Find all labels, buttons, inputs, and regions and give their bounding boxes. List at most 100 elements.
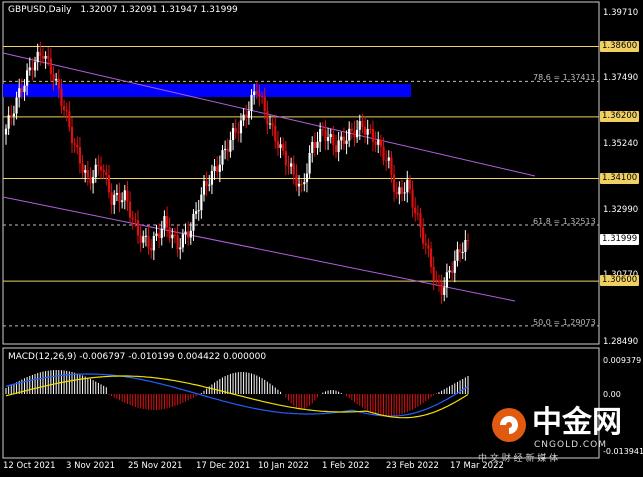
candle-body bbox=[297, 183, 301, 187]
candle-body bbox=[234, 128, 237, 133]
candle-body bbox=[374, 141, 377, 145]
candle-body bbox=[268, 123, 272, 125]
candle-body bbox=[443, 287, 446, 295]
candle-body bbox=[377, 139, 380, 145]
candle-body bbox=[255, 91, 258, 94]
candle-body bbox=[287, 165, 290, 167]
candle-body bbox=[136, 220, 140, 236]
candle-body bbox=[126, 190, 129, 202]
candle-body bbox=[392, 174, 396, 192]
candle-body bbox=[414, 207, 417, 214]
candle-body bbox=[371, 129, 375, 142]
time-axis-label: 17 Dec 2021 bbox=[196, 461, 251, 471]
candle-body bbox=[303, 182, 306, 185]
candle-body bbox=[305, 173, 309, 183]
candle-body bbox=[36, 51, 39, 63]
candle-body bbox=[406, 179, 409, 193]
brand-domain: CNGOLD.COM bbox=[534, 440, 608, 450]
candle-body bbox=[326, 137, 330, 141]
price-axis-label: 1.35240 bbox=[603, 139, 639, 150]
candle-body bbox=[245, 114, 248, 118]
candle-body bbox=[160, 228, 163, 238]
candle-body bbox=[23, 85, 26, 93]
candle-body bbox=[390, 157, 393, 175]
candle-body bbox=[123, 190, 126, 201]
candle-body bbox=[342, 136, 346, 144]
candle-body bbox=[39, 51, 42, 57]
candle-body bbox=[284, 150, 287, 166]
candle-body bbox=[147, 235, 150, 248]
candle-body bbox=[429, 248, 433, 267]
candle-body bbox=[134, 219, 137, 221]
candle-body bbox=[353, 130, 356, 138]
price-axis-label: 1.32990 bbox=[603, 205, 639, 216]
fib-label: 61.8 = 1.32513 bbox=[533, 217, 596, 227]
chart-header: GBPUSD,Daily 1.32007 1.32091 1.31947 1.3… bbox=[8, 5, 238, 16]
candle-body bbox=[78, 147, 82, 164]
candle-body bbox=[253, 91, 256, 96]
candle-body bbox=[237, 132, 240, 134]
channel-lower-line bbox=[2, 196, 516, 302]
price-tag: 1.38600 bbox=[600, 40, 640, 52]
candle-body bbox=[142, 236, 145, 243]
price-tag: 1.36200 bbox=[600, 110, 640, 122]
resistance-zone bbox=[3, 84, 411, 97]
candle-body bbox=[99, 166, 103, 171]
candle-body bbox=[218, 164, 221, 172]
candle-body bbox=[158, 233, 161, 238]
candle-body bbox=[73, 143, 76, 145]
candle-body bbox=[311, 141, 314, 153]
cngold-watermark: 中金网 CNGOLD.COM 中 文 财 经 新 媒 体 bbox=[478, 400, 633, 470]
ohlc-values: 1.32007 1.32091 1.31947 1.31999 bbox=[80, 5, 238, 15]
candle-body bbox=[12, 113, 16, 117]
candle-body bbox=[62, 105, 66, 111]
candle-body bbox=[416, 213, 419, 215]
fib-label: 78.6 = 1.37411 bbox=[533, 73, 596, 83]
candle-body bbox=[274, 125, 277, 142]
candle-body bbox=[210, 171, 214, 185]
candle-body bbox=[197, 210, 200, 212]
candle-body bbox=[363, 126, 367, 135]
candle-body bbox=[466, 239, 470, 241]
candle-body bbox=[419, 213, 422, 228]
brand-text: 中金网 bbox=[532, 405, 622, 440]
candle-body bbox=[316, 141, 319, 148]
candle-body bbox=[15, 97, 18, 114]
candle-body bbox=[247, 111, 250, 118]
candle-body bbox=[216, 166, 219, 172]
candle-body bbox=[356, 129, 359, 138]
candle-body bbox=[33, 62, 37, 71]
candle-body bbox=[76, 144, 79, 148]
candle-body bbox=[163, 216, 166, 229]
candle-body bbox=[224, 148, 227, 151]
candle-body bbox=[213, 166, 216, 172]
candle-body bbox=[424, 243, 427, 246]
candle-body bbox=[271, 123, 274, 126]
candle-body bbox=[65, 110, 68, 112]
candle-body bbox=[55, 78, 58, 81]
candle-body bbox=[86, 170, 89, 178]
candle-body bbox=[92, 177, 95, 184]
candle-body bbox=[60, 88, 63, 106]
candle-body bbox=[258, 93, 261, 97]
candle-body bbox=[382, 146, 385, 161]
candle-body bbox=[398, 187, 401, 195]
candle-body bbox=[337, 140, 340, 153]
price-axis-label: 1.37490 bbox=[603, 73, 639, 84]
candle-body bbox=[435, 279, 438, 281]
candle-body bbox=[453, 260, 456, 273]
candle-body bbox=[155, 233, 158, 236]
candle-body bbox=[221, 150, 224, 165]
candle-body bbox=[200, 194, 203, 211]
time-axis-label: 23 Feb 2022 bbox=[386, 461, 439, 471]
candle-body bbox=[385, 160, 388, 162]
candle-body bbox=[408, 179, 412, 190]
candle-body bbox=[121, 200, 124, 203]
candle-body bbox=[250, 95, 253, 112]
candle-body bbox=[184, 231, 187, 235]
candle-body bbox=[187, 231, 190, 238]
candle-body bbox=[458, 249, 462, 253]
candle-body bbox=[308, 152, 311, 174]
chart-window[interactable]: GBPUSD,Daily 1.32007 1.32091 1.31947 1.3… bbox=[0, 0, 643, 477]
candle-body bbox=[263, 96, 266, 112]
